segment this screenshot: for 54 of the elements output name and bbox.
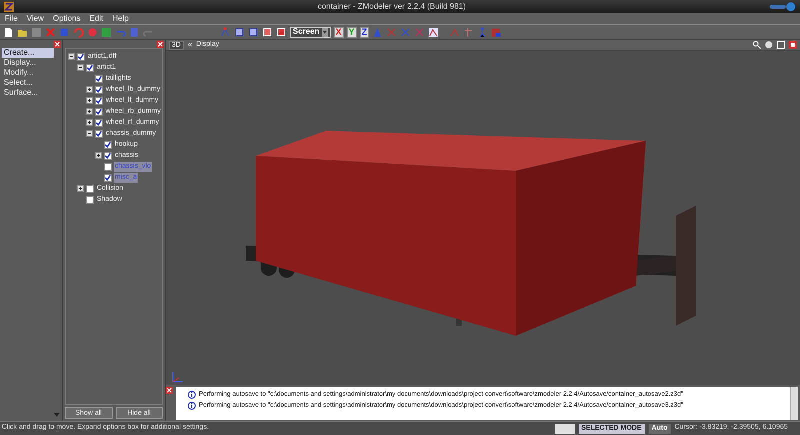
expander-icon[interactable]	[95, 152, 102, 159]
checkbox[interactable]	[86, 64, 94, 72]
menu-item[interactable]: Edit	[90, 12, 104, 24]
checkbox[interactable]	[95, 96, 103, 104]
expander-icon[interactable]	[77, 185, 84, 192]
expander-icon[interactable]	[77, 64, 84, 71]
checkbox[interactable]	[104, 162, 112, 170]
zoom-icon[interactable]	[753, 41, 761, 49]
checkbox[interactable]	[95, 74, 103, 82]
checkbox[interactable]	[104, 174, 112, 182]
expander-icon[interactable]	[68, 53, 75, 60]
close-viewport-icon[interactable]	[789, 41, 797, 49]
command-item[interactable]: Modify...	[2, 68, 54, 78]
collapse-button[interactable]: «	[188, 41, 192, 49]
checkbox[interactable]	[104, 152, 112, 160]
checkbox[interactable]	[86, 196, 94, 204]
checkbox[interactable]	[95, 130, 103, 138]
menu-item[interactable]: Help	[112, 12, 129, 24]
command-item[interactable]: Surface...	[2, 88, 54, 98]
info-icon	[188, 402, 196, 410]
axis-gizmo-icon	[170, 371, 184, 383]
expander-icon[interactable]	[86, 130, 93, 137]
chart-icon[interactable]	[428, 26, 440, 38]
window-title: container - ZModeler ver 2.2.4 (Build 981)	[318, 0, 466, 12]
axis-button[interactable]: X	[334, 26, 344, 38]
checkbox[interactable]	[95, 86, 103, 94]
maximize-icon[interactable]	[777, 41, 785, 49]
expander-icon[interactable]	[86, 97, 93, 104]
command-item[interactable]: Display...	[2, 58, 54, 68]
checkbox[interactable]	[86, 184, 94, 192]
checkbox[interactable]	[77, 52, 85, 60]
checkbox[interactable]	[94, 108, 103, 116]
scrollbar[interactable]	[790, 387, 798, 420]
expander-icon[interactable]	[86, 119, 93, 126]
checkbox[interactable]	[95, 118, 103, 126]
close-icon[interactable]	[166, 387, 173, 394]
menu-item[interactable]: Options	[53, 12, 81, 24]
window-controls-icon[interactable]	[770, 2, 796, 12]
app-logo-icon	[4, 2, 14, 12]
command-item[interactable]: Select...	[2, 78, 54, 88]
checkbox[interactable]	[104, 140, 112, 148]
person-icon[interactable]	[477, 26, 488, 38]
menu-item[interactable]: View	[26, 12, 44, 24]
coordinate-system-dropdown[interactable]: Screen	[290, 26, 331, 38]
axis-button[interactable]: Z	[360, 26, 370, 38]
menu-item[interactable]: File	[5, 12, 18, 24]
caret-icon	[322, 28, 328, 36]
close-icon[interactable]	[54, 41, 61, 48]
expander-icon[interactable]	[86, 86, 93, 93]
status-field	[554, 424, 574, 434]
close-icon[interactable]	[157, 41, 164, 48]
expander-icon[interactable]	[86, 108, 93, 115]
info-icon	[188, 390, 196, 398]
command-item[interactable]: Create...	[2, 48, 54, 58]
